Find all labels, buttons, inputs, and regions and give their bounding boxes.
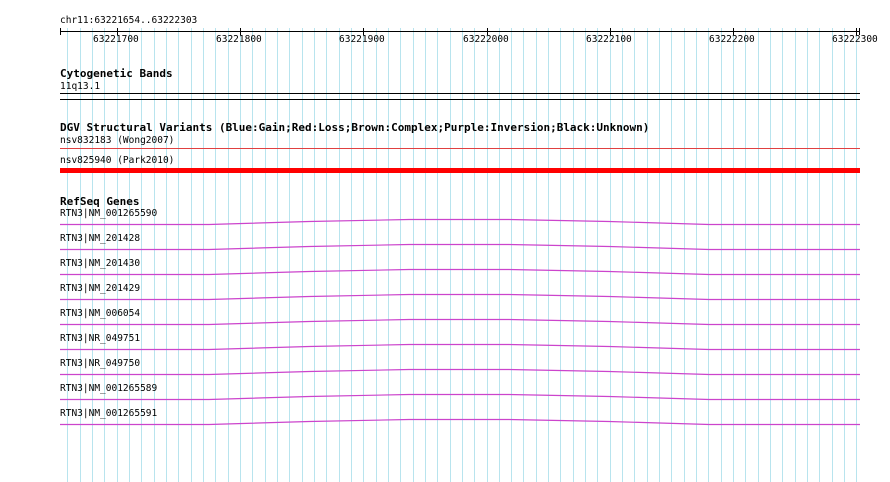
ruler-tick-label: 63221700: [93, 34, 139, 45]
gene-intron-line: [60, 243, 860, 251]
gene-intron-line: [60, 318, 860, 326]
gene-intron-line: [60, 343, 860, 351]
location-label: chr11:63221654..63222303: [60, 15, 198, 26]
gene-intron-line: [60, 268, 860, 276]
cytoband-bar-top: [60, 93, 860, 94]
gene-intron-line: [60, 368, 860, 376]
refseq-track-title: RefSeq Genes: [60, 195, 140, 208]
dgv-variant-bar[interactable]: [60, 168, 860, 173]
dgv-variant-bar[interactable]: [60, 148, 860, 149]
gene-intron-line: [60, 293, 860, 301]
gene-intron-line: [60, 393, 860, 401]
dgv-track-title: DGV Structural Variants (Blue:Gain;Red:L…: [60, 121, 650, 134]
gene-model[interactable]: [59, 240, 861, 252]
gene-model[interactable]: [59, 390, 861, 402]
gene-intron-line: [60, 218, 860, 226]
dgv-item-label[interactable]: nsv832183 (Wong2007): [60, 135, 174, 146]
ruler-tick-label: 63221900: [339, 34, 385, 45]
gene-model[interactable]: [59, 215, 861, 227]
ruler-tick-label: 63222300: [832, 34, 878, 45]
cytoband-bar-bottom: [60, 99, 860, 100]
ruler-tick-label: 63222200: [709, 34, 755, 45]
gene-model[interactable]: [59, 290, 861, 302]
gene-intron-line: [60, 418, 860, 426]
ruler-tick-label: 63222100: [586, 34, 632, 45]
ruler-tick-label: 63221800: [216, 34, 262, 45]
gene-model[interactable]: [59, 365, 861, 377]
cytoband-label[interactable]: 11q13.1: [60, 81, 100, 92]
gene-model[interactable]: [59, 315, 861, 327]
ruler-line: [60, 31, 860, 32]
gene-model[interactable]: [59, 340, 861, 352]
ruler-tick-label: 63222000: [463, 34, 509, 45]
dgv-item-label[interactable]: nsv825940 (Park2010): [60, 155, 174, 166]
gene-model[interactable]: [59, 415, 861, 427]
gene-model[interactable]: [59, 265, 861, 277]
cytoband-track-title: Cytogenetic Bands: [60, 67, 173, 80]
